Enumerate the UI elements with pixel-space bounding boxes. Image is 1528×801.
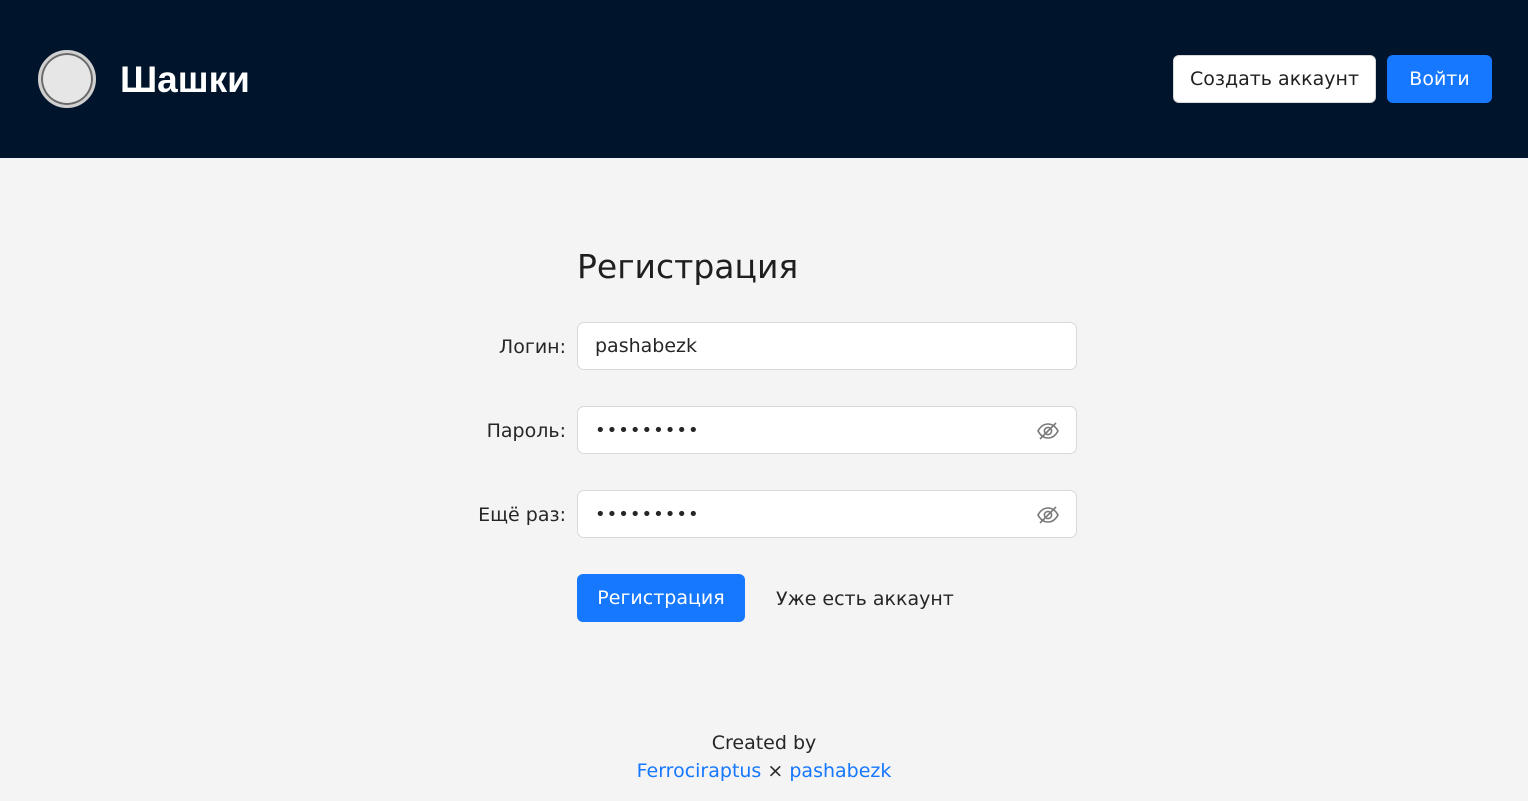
eye-invisible-icon[interactable] [1036, 503, 1060, 527]
footer-authors: Ferrociraptus × pashabezk [0, 758, 1528, 784]
repeat-password-label-text: Ещё раз [478, 504, 560, 526]
repeat-password-label: Ещё раз: [478, 504, 566, 526]
form-title: Регистрация [577, 247, 799, 286]
app-header: Шашки Создать аккаунт Войти [0, 0, 1528, 158]
create-account-button[interactable]: Создать аккаунт [1173, 55, 1376, 103]
login-label: Логин: [498, 336, 566, 358]
login-input-value: pashabezk [595, 335, 698, 357]
footer-created-by: Created by [711, 732, 817, 754]
password-label-text: Пароль [486, 420, 560, 442]
login-button[interactable]: Войти [1387, 55, 1492, 103]
login-label-text: Логин [498, 336, 560, 358]
login-input[interactable]: pashabezk [577, 322, 1077, 370]
password-label: Пароль: [486, 420, 566, 442]
have-account-link[interactable]: Уже есть аккаунт [776, 586, 954, 612]
checker-logo-icon[interactable] [38, 50, 96, 108]
password-input[interactable]: ••••••••• [577, 406, 1077, 454]
app-title[interactable]: Шашки [120, 58, 250, 102]
repeat-password-input[interactable]: ••••••••• [577, 490, 1077, 538]
password-input-value: ••••••••• [595, 419, 700, 441]
repeat-password-input-value: ••••••••• [595, 503, 700, 525]
author-link-pashabezk[interactable]: pashabezk [789, 760, 891, 782]
register-submit-button[interactable]: Регистрация [577, 574, 745, 622]
eye-invisible-icon[interactable] [1036, 419, 1060, 443]
author-separator: × [767, 760, 784, 782]
author-link-ferrociraptus[interactable]: Ferrociraptus [637, 760, 762, 782]
